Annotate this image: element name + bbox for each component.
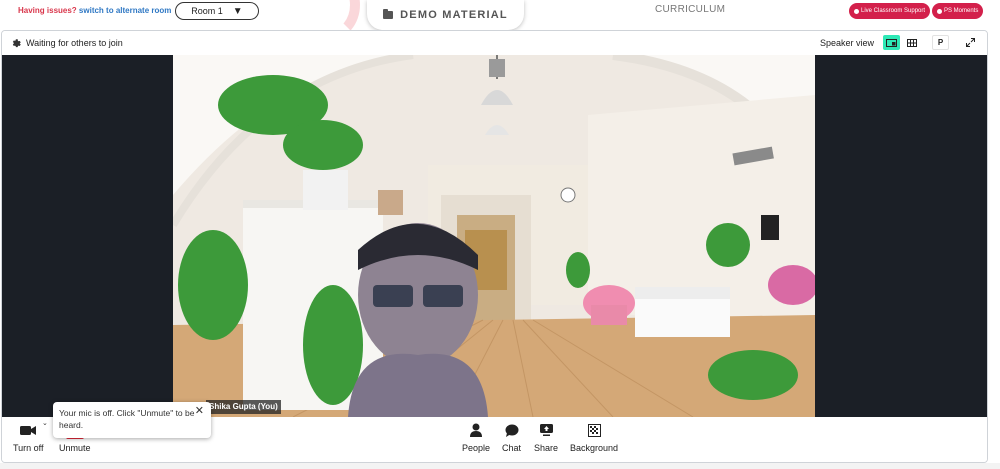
background-button[interactable]: Background — [570, 421, 618, 453]
participant-video: Shika Gupta (You) — [173, 55, 815, 417]
chat-icon — [505, 421, 519, 439]
share-label: Share — [534, 443, 559, 453]
ps-moments-button[interactable]: PS Moments — [932, 3, 984, 19]
issues-notice: Having issues? switch to alternate room — [18, 6, 171, 15]
chevron-down-icon: ▼ — [232, 5, 243, 17]
mic-off-toast: Your mic is off. Click "Unmute" to be he… — [53, 402, 211, 438]
demo-material-label: DEMO MATERIAL — [400, 9, 508, 21]
toast-message: Your mic is off. Click "Unmute" to be he… — [59, 408, 195, 430]
video-stage: Shika Gupta (You) Your mic is off. Click… — [2, 55, 987, 438]
chat-button[interactable]: Chat — [502, 421, 521, 453]
alternate-room-link[interactable]: switch to alternate room — [79, 6, 171, 15]
speaker-view-label: Speaker view — [820, 38, 875, 48]
top-bar: Having issues? switch to alternate room … — [0, 0, 1000, 30]
background-icon — [587, 421, 601, 439]
close-icon[interactable]: ✕ — [195, 405, 204, 417]
room-select[interactable]: Room 1 ▼ — [175, 2, 259, 20]
ps-moments-label: PS Moments — [944, 8, 979, 14]
speaker-view-button[interactable] — [883, 35, 900, 50]
share-button[interactable]: Share — [534, 421, 558, 453]
fullscreen-icon[interactable] — [962, 35, 979, 50]
curriculum-tab[interactable]: CURRICULUM — [655, 4, 725, 15]
share-screen-icon — [539, 421, 553, 439]
video-camera-icon — [20, 421, 37, 439]
camera-options-chevron-icon[interactable]: ⌄ — [42, 419, 48, 427]
chat-label: Chat — [502, 443, 522, 453]
turn-off-label: Turn off — [13, 443, 44, 453]
live-support-label: Live Classroom Support — [861, 8, 926, 14]
video-background-image — [173, 55, 815, 417]
issues-question: Having issues? — [18, 6, 77, 15]
people-icon — [470, 421, 483, 439]
demo-material-button[interactable]: DEMO MATERIAL — [367, 0, 524, 30]
camera-toggle-button[interactable]: Turn off — [13, 421, 44, 453]
meeting-header: Waiting for others to join Speaker view … — [2, 31, 987, 55]
participant-name-tag: Shika Gupta (You) — [206, 400, 281, 414]
presenter-toggle-button[interactable]: P — [932, 35, 949, 50]
live-support-button[interactable]: Live Classroom Support — [849, 3, 931, 19]
background-label: Background — [570, 443, 619, 453]
meeting-window: Waiting for others to join Speaker view … — [1, 30, 988, 463]
people-button[interactable]: People — [462, 421, 490, 453]
meeting-status: Waiting for others to join — [26, 38, 123, 48]
unmute-label: Unmute — [59, 443, 91, 453]
bottom-strip — [0, 463, 1000, 469]
folder-icon — [383, 9, 394, 19]
gear-icon[interactable] — [10, 37, 21, 48]
support-icon — [854, 8, 859, 14]
grid-view-button[interactable] — [903, 35, 920, 50]
page: Having issues? switch to alternate room … — [0, 0, 1000, 469]
people-label: People — [462, 443, 491, 453]
room-select-value: Room 1 — [191, 6, 223, 16]
moments-icon — [937, 8, 942, 14]
